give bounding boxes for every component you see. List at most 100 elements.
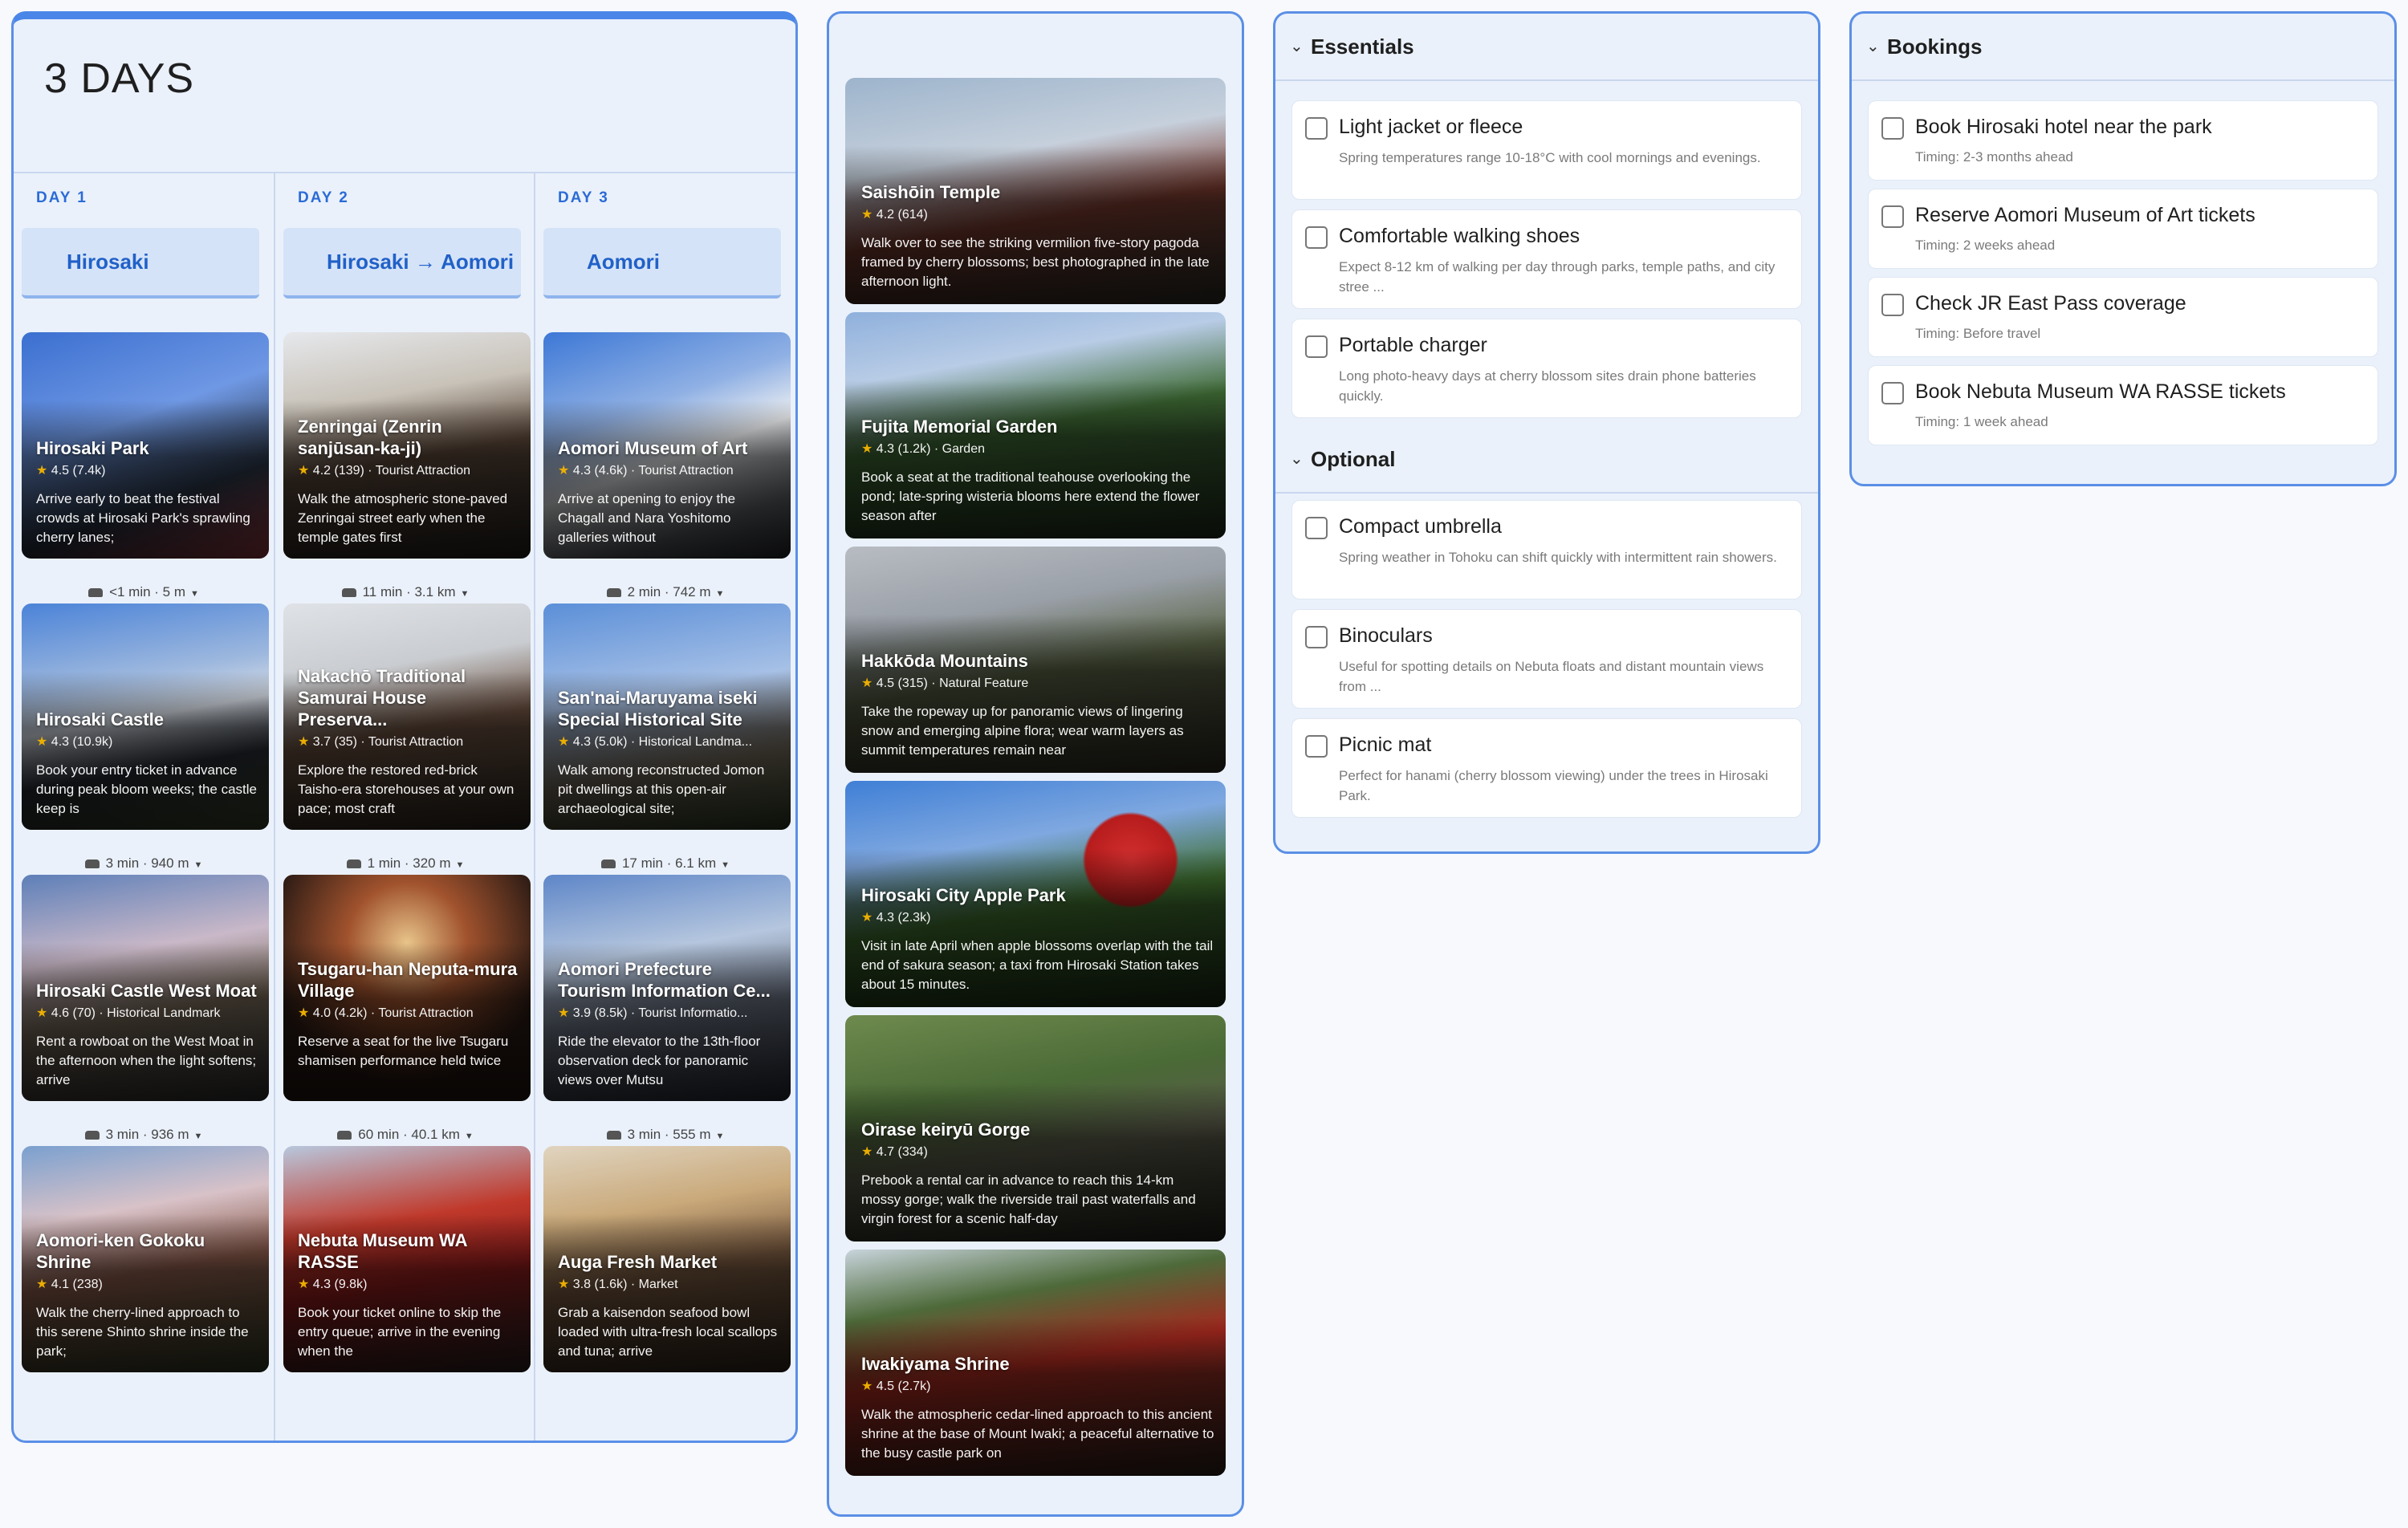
place-card[interactable]: Aomori Prefecture Tourism Information Ce… [543, 875, 791, 1101]
star-icon: ★ [36, 464, 48, 478]
place-title: San'nai-Maruyama iseki Special Historica… [558, 688, 758, 729]
chevron-down-icon: ▼ [193, 1132, 203, 1141]
day-city-tab[interactable]: Aomori [543, 228, 781, 299]
optional-section-header[interactable]: ⌄ Optional [1275, 426, 1818, 494]
star-icon: ★ [558, 735, 570, 749]
item-note: Spring weather in Tohoku can shift quick… [1339, 550, 1777, 565]
place-card[interactable]: Oirase keiryū Gorge ★ 4.7 (334) Prebook … [845, 1015, 1226, 1242]
checkbox[interactable] [1305, 335, 1328, 358]
booking-item[interactable]: Reserve Aomori Museum of Art tickets Tim… [1868, 189, 2378, 269]
chevron-down-icon: ▼ [715, 589, 725, 599]
place-description: Book a seat at the traditional teahouse … [861, 469, 1200, 523]
item-name: Check JR East Pass coverage [1915, 292, 2186, 315]
place-description: Ride the elevator to the 13th-floor obse… [558, 1034, 761, 1087]
place-card[interactable]: Aomori Museum of Art ★ 4.3 (4.6k) · Tour… [543, 332, 791, 559]
travel-time[interactable]: 60 min · 40.1 km ▼ [275, 1127, 535, 1143]
chevron-down-icon: ▼ [190, 589, 199, 599]
place-meta: ★ 4.5 (2.7k) [861, 1380, 931, 1393]
checkbox[interactable] [1881, 205, 1904, 228]
travel-time[interactable]: 3 min · 555 m ▼ [535, 1127, 795, 1143]
place-card[interactable]: Zenringai (Zenrin sanjūsan-ka-ji) ★ 4.2 … [283, 332, 531, 559]
place-card[interactable]: Hirosaki City Apple Park ★ 4.3 (2.3k) Vi… [845, 781, 1226, 1007]
car-icon [600, 860, 616, 869]
car-icon [84, 860, 100, 869]
travel-time[interactable]: 17 min · 6.1 km ▼ [535, 855, 795, 872]
checkbox[interactable] [1305, 626, 1328, 648]
item-timing: Timing: 2-3 months ahead [1915, 149, 2073, 165]
star-icon: ★ [861, 1380, 873, 1393]
item-note: Perfect for hanami (cherry blossom viewi… [1339, 768, 1768, 803]
place-description: Reserve a seat for the live Tsugaru sham… [298, 1034, 509, 1068]
place-card[interactable]: Iwakiyama Shrine ★ 4.5 (2.7k) Walk the a… [845, 1250, 1226, 1476]
checklist-item[interactable]: Picnic mat Perfect for hanami (cherry bl… [1291, 718, 1802, 818]
travel-time[interactable]: 3 min · 940 m ▼ [14, 855, 274, 872]
travel-time[interactable]: <1 min · 5 m ▼ [14, 584, 274, 600]
day-city-tab[interactable]: Hirosaki [22, 228, 259, 299]
checklist-item[interactable]: Compact umbrella Spring weather in Tohok… [1291, 500, 1802, 599]
booking-item[interactable]: Check JR East Pass coverage Timing: Befo… [1868, 277, 2378, 357]
place-meta: ★ 3.9 (8.5k) · Tourist Informatio... [558, 1006, 748, 1020]
car-icon [606, 1131, 621, 1140]
booking-item[interactable]: Book Nebuta Museum WA RASSE tickets Timi… [1868, 365, 2378, 445]
place-card[interactable]: Hirosaki Castle ★ 4.3 (10.9k) Book your … [22, 603, 269, 830]
place-description: Take the ropeway up for panoramic views … [861, 704, 1184, 758]
place-card[interactable]: Saishōin Temple ★ 4.2 (614) Walk over to… [845, 78, 1226, 304]
place-card[interactable]: Hirosaki Park ★ 4.5 (7.4k) Arrive early … [22, 332, 269, 559]
chevron-down-icon: ▼ [193, 860, 203, 870]
checkbox[interactable] [1305, 117, 1328, 140]
car-icon [341, 588, 356, 598]
chevron-down-icon: ▼ [715, 1132, 725, 1141]
day-city-tab[interactable]: Hirosaki → Aomori [283, 228, 521, 299]
place-card[interactable]: San'nai-Maruyama iseki Special Historica… [543, 603, 791, 830]
place-card[interactable]: Fujita Memorial Garden ★ 4.3 (1.2k) · Ga… [845, 312, 1226, 538]
place-description: Walk over to see the striking vermilion … [861, 235, 1210, 289]
place-card[interactable]: Aomori-ken Gokoku Shrine ★ 4.1 (238) Wal… [22, 1146, 269, 1372]
checklist-item[interactable]: Light jacket or fleece Spring temperatur… [1291, 100, 1802, 200]
car-icon [337, 1131, 352, 1140]
place-title: Nebuta Museum WA RASSE [298, 1230, 467, 1272]
item-timing: Timing: 2 weeks ahead [1915, 238, 2056, 253]
checkbox[interactable] [1305, 735, 1328, 758]
checklist-item[interactable]: Comfortable walking shoes Expect 8-12 km… [1291, 209, 1802, 309]
bookings-panel: ⌄ Bookings Book Hirosaki hotel near the … [1849, 11, 2397, 486]
place-title: Auga Fresh Market [558, 1252, 718, 1272]
booking-item[interactable]: Book Hirosaki hotel near the park Timing… [1868, 100, 2378, 181]
bookings-section-header[interactable]: ⌄ Bookings [1852, 14, 2394, 81]
essentials-section-header[interactable]: ⌄ Essentials [1275, 14, 1818, 81]
travel-time[interactable]: 3 min · 936 m ▼ [14, 1127, 274, 1143]
checkbox[interactable] [1881, 382, 1904, 404]
place-card[interactable]: Tsugaru-han Neputa-mura Village ★ 4.0 (4… [283, 875, 531, 1101]
place-title: Hakkōda Mountains [861, 651, 1028, 671]
travel-time[interactable]: 2 min · 742 m ▼ [535, 584, 795, 600]
checklist-item[interactable]: Binoculars Useful for spotting details o… [1291, 609, 1802, 709]
place-description: Walk the atmospheric stone-paved Zenring… [298, 491, 508, 545]
day-column-3: DAY 3 Aomori Aomori Museum of Art ★ 4.3 … [534, 173, 794, 1441]
place-card[interactable]: Auga Fresh Market ★ 3.8 (1.6k) · Market … [543, 1146, 791, 1372]
place-title: Hirosaki Castle [36, 709, 164, 729]
travel-time[interactable]: 1 min · 320 m ▼ [275, 855, 535, 872]
place-card[interactable]: Hakkōda Mountains ★ 4.5 (315) · Natural … [845, 547, 1226, 773]
chevron-down-icon: ⌄ [1290, 38, 1304, 55]
checkbox[interactable] [1881, 294, 1904, 316]
place-description: Walk the atmospheric cedar-lined approac… [861, 1407, 1214, 1461]
car-icon [88, 588, 104, 598]
star-icon: ★ [861, 677, 873, 690]
item-timing: Timing: Before travel [1915, 326, 2041, 341]
item-note: Expect 8-12 km of walking per day throug… [1339, 259, 1775, 295]
place-card[interactable]: Nebuta Museum WA RASSE ★ 4.3 (9.8k) Book… [283, 1146, 531, 1372]
place-title: Aomori Prefecture Tourism Information Ce… [558, 959, 771, 1001]
checklist-item[interactable]: Portable charger Long photo-heavy days a… [1291, 319, 1802, 418]
place-card[interactable]: Nakachō Traditional Samurai House Preser… [283, 603, 531, 830]
suggestions-panel: Saishōin Temple ★ 4.2 (614) Walk over to… [827, 11, 1244, 1517]
place-description: Arrive at opening to enjoy the Chagall a… [558, 491, 736, 545]
travel-time[interactable]: 11 min · 3.1 km ▼ [275, 584, 535, 600]
item-name: Portable charger [1339, 334, 1487, 356]
place-title: Fujita Memorial Garden [861, 417, 1058, 437]
checkbox[interactable] [1881, 117, 1904, 140]
item-timing: Timing: 1 week ahead [1915, 414, 2048, 429]
checkbox[interactable] [1305, 517, 1328, 539]
place-meta: ★ 4.7 (334) [861, 1145, 928, 1159]
place-description: Grab a kaisendon seafood bowl loaded wit… [558, 1305, 778, 1359]
place-card[interactable]: Hirosaki Castle West Moat ★ 4.6 (70) · H… [22, 875, 269, 1101]
checkbox[interactable] [1305, 226, 1328, 249]
